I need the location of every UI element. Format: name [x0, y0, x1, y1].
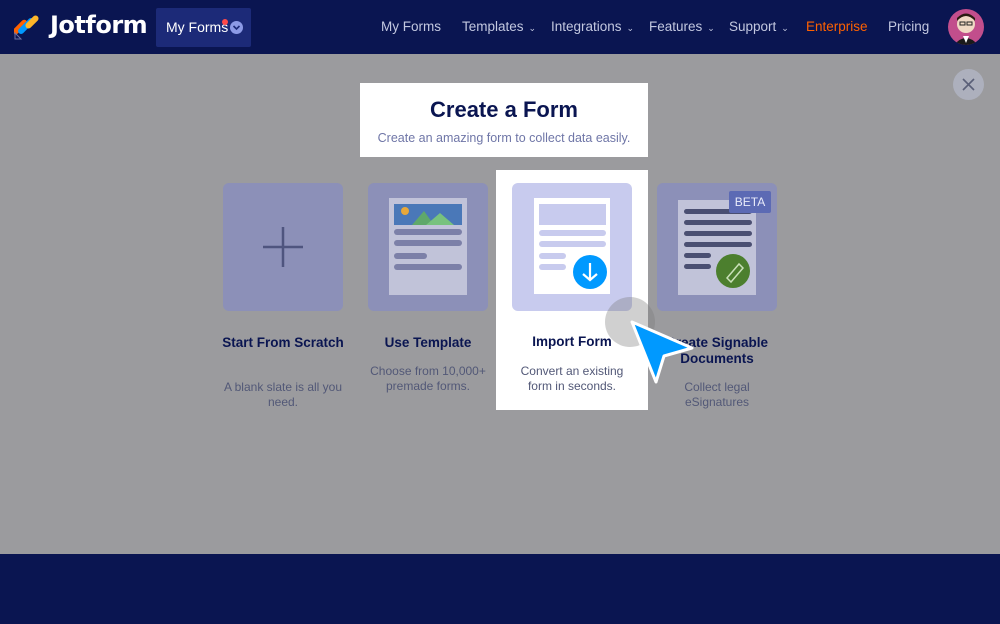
nav-my-forms[interactable]: My Forms [381, 19, 441, 34]
signable-documents-tile[interactable]: BETA [657, 183, 777, 311]
start-from-scratch-card[interactable]: Start From Scratch A blank slate is all … [222, 183, 344, 409]
start-from-scratch-tile[interactable] [223, 183, 343, 311]
card-description: Convert an existing form in seconds. [520, 364, 624, 393]
template-document-icon [389, 198, 467, 295]
nav-enterprise[interactable]: Enterprise [806, 19, 868, 34]
card-description: A blank slate is all you need. [223, 380, 343, 409]
nav-templates[interactable]: Templates ⌄ [462, 19, 536, 34]
close-modal-button[interactable] [953, 69, 984, 100]
logo-text[interactable]: Jotform [50, 11, 148, 39]
import-form-tile[interactable] [512, 183, 632, 311]
close-icon [962, 78, 975, 91]
use-template-card[interactable]: Use Template Choose from 10,000+ premade… [368, 183, 488, 393]
chevron-down-icon [230, 21, 243, 34]
nav-pricing[interactable]: Pricing [888, 19, 929, 34]
mouse-pointer-icon [628, 318, 698, 393]
top-navbar: Jotform My Forms My Forms Templates ⌄ Int… [0, 0, 1000, 54]
modal-title: Create a Form [430, 97, 578, 122]
nav-integrations[interactable]: Integrations ⌄ [551, 19, 634, 34]
plus-icon [263, 227, 303, 267]
card-description: Choose from 10,000+ premade forms. [370, 364, 486, 393]
chevron-down-icon: ⌄ [781, 23, 789, 33]
chevron-down-icon: ⌄ [626, 23, 635, 33]
chevron-down-icon: ⌄ [528, 23, 537, 33]
user-avatar[interactable] [948, 9, 984, 45]
my-forms-label: My Forms [166, 19, 229, 35]
jotform-logo-icon[interactable] [12, 14, 42, 45]
card-title: Start From Scratch [222, 335, 344, 350]
page-footer [0, 554, 1000, 624]
beta-badge: BETA [729, 191, 771, 213]
import-form-card[interactable]: Import Form Convert an existing form in … [496, 170, 648, 410]
my-forms-dropdown-button[interactable]: My Forms [156, 8, 251, 47]
use-template-tile[interactable] [368, 183, 488, 311]
signable-documents-card[interactable]: BETA Create Signable Documents Collect l… [657, 183, 777, 409]
import-document-icon [534, 198, 610, 294]
modal-header: Create a Form Create an amazing form to … [360, 83, 648, 157]
modal-subtitle: Create an amazing form to collect data e… [377, 131, 631, 145]
chevron-down-icon: ⌄ [707, 23, 715, 33]
nav-features[interactable]: Features ⌄ [649, 19, 715, 34]
nav-support[interactable]: Support ⌄ [729, 19, 789, 34]
card-title: Use Template [384, 335, 472, 350]
notification-dot [222, 19, 228, 25]
